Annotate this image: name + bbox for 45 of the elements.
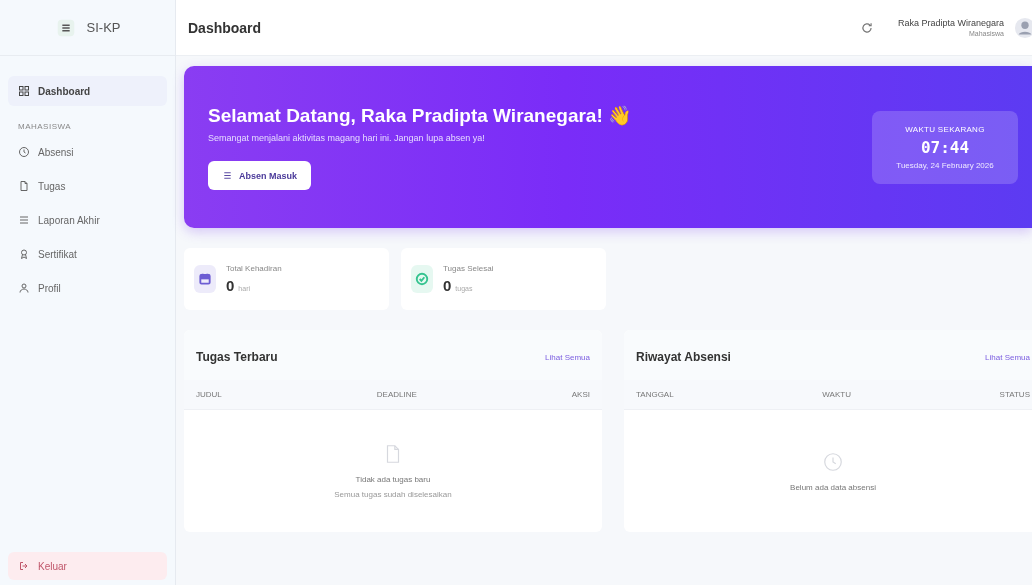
refresh-icon[interactable] — [859, 20, 874, 35]
app-name: SI-KP — [86, 20, 121, 35]
clock-label: WAKTU SEKARANG — [905, 124, 985, 134]
empty-title: Tidak ada tugas baru — [355, 475, 431, 484]
welcome-subtitle: Semangat menjalani aktivitas magang hari ini. Jangan lupa absen ya! — [208, 133, 485, 143]
sidebar-item[interactable]: Profil — [8, 273, 167, 303]
stat-value: 0 — [226, 277, 235, 294]
sidebar-item[interactable]: Tugas — [8, 171, 167, 201]
check-in-button[interactable]: Absen Masuk — [208, 161, 312, 190]
avatar-icon[interactable] — [1014, 16, 1032, 39]
column-header: STATUS — [999, 390, 1030, 399]
award-icon — [18, 248, 30, 260]
clock-icon — [822, 450, 844, 473]
stat-label: Total Kehadiran — [226, 264, 282, 273]
panel-title: Riwayat Absensi — [636, 350, 731, 364]
column-header: JUDUL — [196, 390, 222, 399]
empty-subtitle: Semua tugas sudah diselesaikan — [334, 490, 452, 499]
sidebar-item[interactable]: Dashboard — [8, 76, 167, 106]
list-icon — [18, 214, 30, 226]
page-title: Dashboard — [188, 19, 262, 36]
logout-icon — [18, 560, 30, 572]
grid-icon — [18, 85, 30, 97]
list-icon — [222, 170, 233, 181]
sidebar-item[interactable]: Sertifikat — [8, 239, 167, 269]
clock-icon — [18, 146, 30, 158]
welcome-title: Selamat Datang, Raka Pradipta Wiranegara! 👋 — [208, 104, 633, 127]
clock-time: 07:44 — [920, 137, 970, 157]
user-name: Raka Pradipta Wiranegara — [897, 18, 1004, 28]
empty-title: Belum ada data absensi — [790, 482, 876, 492]
sidebar-item[interactable]: Absensi — [8, 137, 167, 167]
sidebar-item[interactable]: Laporan Akhir — [8, 205, 167, 235]
section-label: MAHASISWA — [17, 121, 73, 133]
document-icon — [18, 180, 30, 192]
view-all-link[interactable]: Lihat Semua — [545, 352, 590, 362]
column-header: AKSI — [571, 390, 590, 399]
stat-value: 0 — [443, 277, 452, 294]
column-header: TANGGAL — [636, 390, 674, 399]
column-header: WAKTU — [822, 390, 851, 399]
stat-label: Tugas Selesai — [443, 264, 494, 273]
user-icon — [18, 282, 30, 294]
column-header: DEADLINE — [376, 390, 417, 399]
clock-date: Tuesday, 24 February 2026 — [896, 160, 994, 170]
logout-button[interactable]: Keluar — [8, 552, 167, 580]
panel-title: Tugas Terbaru — [196, 350, 278, 364]
view-all-link[interactable]: Lihat Semua — [985, 352, 1030, 362]
